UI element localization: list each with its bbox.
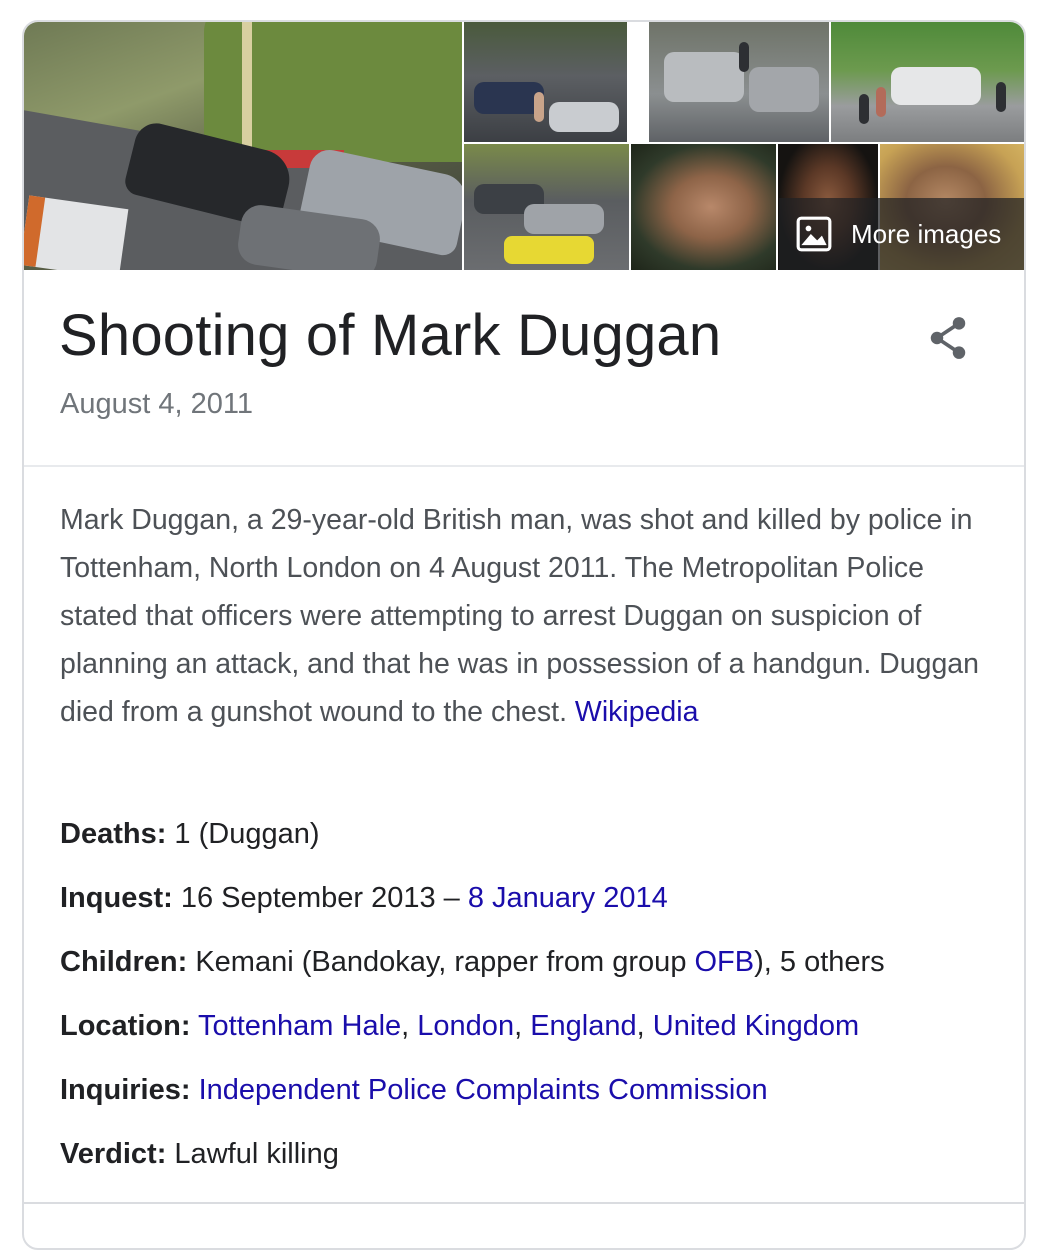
- image-thumbnail-5[interactable]: [464, 144, 629, 270]
- page-subtitle: August 4, 2011: [60, 388, 253, 420]
- fact-inquest: Inquest: 16 September 2013 – 8 January 2…: [60, 878, 1000, 942]
- image-thumbnail-4[interactable]: [831, 22, 1024, 142]
- divider: [24, 1202, 1024, 1204]
- image-thumbnail-6[interactable]: [631, 144, 776, 270]
- knowledge-panel: More images Shooting of Mark Duggan Augu…: [22, 20, 1026, 1250]
- more-images-button[interactable]: More images: [779, 198, 1024, 270]
- description: Mark Duggan, a 29-year-old British man, …: [60, 496, 980, 736]
- image-icon: [796, 216, 832, 252]
- fact-value: Kemani (Bandokay, rapper from group: [187, 946, 695, 978]
- location-link-england[interactable]: England: [530, 1010, 636, 1042]
- location-link-london[interactable]: London: [417, 1010, 514, 1042]
- divider: [24, 465, 1024, 467]
- share-icon: [930, 317, 966, 359]
- fact-inquiries: Inquiries: Independent Police Complaints…: [60, 1070, 1000, 1134]
- fact-value: 1 (Duggan): [166, 818, 320, 850]
- location-link-tottenham-hale[interactable]: Tottenham Hale: [198, 1010, 401, 1042]
- inquest-end-date-link[interactable]: 8 January 2014: [468, 882, 668, 914]
- fact-verdict: Verdict: Lawful killing: [60, 1134, 1000, 1198]
- fact-value: Lawful killing: [166, 1138, 339, 1170]
- wikipedia-link[interactable]: Wikipedia: [575, 696, 699, 728]
- facts-list: Deaths: 1 (Duggan) Inquest: 16 September…: [60, 814, 1000, 1198]
- separator: ,: [401, 1010, 418, 1042]
- fact-location: Location: Tottenham Hale, London, Englan…: [60, 1006, 1000, 1070]
- fact-value: ), 5 others: [754, 946, 885, 978]
- ipcc-link[interactable]: Independent Police Complaints Commission: [199, 1074, 768, 1106]
- fact-label: Location:: [60, 1010, 191, 1042]
- image-thumbnail-2[interactable]: [464, 22, 627, 142]
- fact-children: Children: Kemani (Bandokay, rapper from …: [60, 942, 1000, 1006]
- ofb-link[interactable]: OFB: [695, 946, 755, 978]
- description-text: Mark Duggan, a 29-year-old British man, …: [60, 504, 979, 728]
- page-title: Shooting of Mark Duggan: [59, 303, 722, 368]
- more-images-label: More images: [851, 218, 1002, 249]
- fact-value: 16 September 2013 –: [172, 882, 468, 914]
- fact-deaths: Deaths: 1 (Duggan): [60, 814, 1000, 878]
- separator: ,: [514, 1010, 531, 1042]
- fact-label: Children:: [60, 946, 188, 978]
- image-gallery[interactable]: More images: [24, 22, 1024, 270]
- location-link-united-kingdom[interactable]: United Kingdom: [653, 1010, 859, 1042]
- fact-label: Inquest:: [60, 882, 173, 914]
- fact-label: Deaths:: [60, 818, 167, 850]
- share-button[interactable]: [920, 310, 976, 366]
- image-thumbnail-main[interactable]: [24, 22, 462, 270]
- fact-label: Verdict:: [60, 1138, 167, 1170]
- separator: ,: [636, 1010, 653, 1042]
- image-thumbnail-3[interactable]: [649, 22, 829, 142]
- fact-label: Inquiries:: [60, 1074, 191, 1106]
